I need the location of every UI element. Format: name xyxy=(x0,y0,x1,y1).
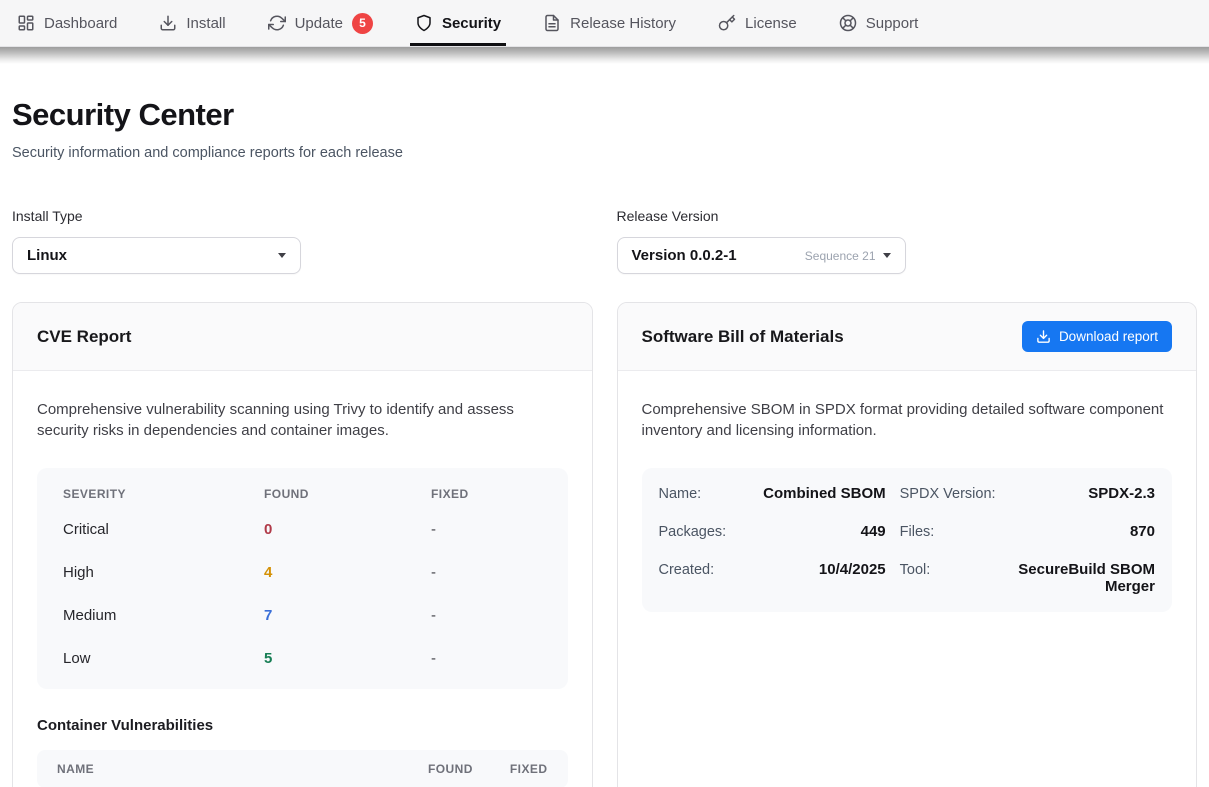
nav-item-support[interactable]: Support xyxy=(839,0,919,46)
sbom-field-label: Files: xyxy=(900,524,996,540)
sbom-field-value: 10/4/2025 xyxy=(740,561,885,578)
nav-label: Security xyxy=(442,15,501,32)
sbom-card-body: Comprehensive SBOM in SPDX format provid… xyxy=(618,371,1197,640)
sequence-hint: Sequence 21 xyxy=(805,249,876,263)
sbom-card-header: Software Bill of Materials Download repo… xyxy=(618,303,1197,371)
page-title: Security Center xyxy=(12,97,1197,133)
file-text-icon xyxy=(543,14,561,32)
col-name: NAME xyxy=(57,762,391,776)
download-report-label: Download report xyxy=(1059,329,1158,344)
key-icon xyxy=(718,14,736,32)
page-subtitle: Security information and compliance repo… xyxy=(12,145,1197,161)
sbom-info-grid: Name: Combined SBOM SPDX Version: SPDX-2… xyxy=(642,468,1173,612)
col-found: FOUND xyxy=(428,762,473,776)
sbom-field-value: Combined SBOM xyxy=(740,485,885,502)
sbom-field-value: SecureBuild SBOM Merger xyxy=(1010,561,1155,595)
table-row-high: High 4 - xyxy=(37,551,568,594)
chevron-down-icon xyxy=(278,253,286,258)
found-value: 7 xyxy=(264,607,431,624)
fixed-value: - xyxy=(431,607,542,624)
sbom-field-value: 449 xyxy=(740,523,885,540)
chevron-down-icon xyxy=(883,253,891,258)
table-row-medium: Medium 7 - xyxy=(37,594,568,637)
nav-label: Dashboard xyxy=(44,15,117,32)
nav-shadow-band xyxy=(0,47,1209,64)
download-icon xyxy=(159,14,177,32)
release-version-filter: Release Version Version 0.0.2-1 Sequence… xyxy=(617,208,1198,274)
dashboard-grid-icon xyxy=(17,14,35,32)
install-type-label: Install Type xyxy=(12,208,593,224)
release-version-value: Version 0.0.2-1 xyxy=(632,247,737,264)
container-vulnerabilities-header: NAME FOUND FIXED xyxy=(37,750,568,787)
found-value: 5 xyxy=(264,650,431,667)
sbom-field-label: SPDX Version: xyxy=(900,486,996,502)
sbom-field-value: 870 xyxy=(1010,523,1155,540)
found-value: 4 xyxy=(264,564,431,581)
col-fixed: FIXED xyxy=(510,762,548,776)
found-value: 0 xyxy=(264,521,431,538)
sbom-field-label: Tool: xyxy=(900,562,996,578)
nav-item-update[interactable]: Update 5 xyxy=(268,0,373,46)
sbom-field-label: Name: xyxy=(659,486,727,502)
nav-label: Update xyxy=(295,15,343,32)
nav-label: Support xyxy=(866,15,919,32)
nav-item-security[interactable]: Security xyxy=(415,0,501,46)
sbom-card: Software Bill of Materials Download repo… xyxy=(617,302,1198,787)
filters-row: Install Type Linux Release Version Versi… xyxy=(12,208,1197,274)
sbom-field-value: SPDX-2.3 xyxy=(1010,485,1155,502)
install-type-filter: Install Type Linux xyxy=(12,208,593,274)
sbom-description: Comprehensive SBOM in SPDX format provid… xyxy=(642,399,1173,442)
col-severity: SEVERITY xyxy=(63,487,264,501)
sbom-field-label: Packages: xyxy=(659,524,727,540)
cards-row: CVE Report Comprehensive vulnerability s… xyxy=(12,302,1197,787)
release-version-select[interactable]: Version 0.0.2-1 Sequence 21 xyxy=(617,237,906,274)
sbom-card-title: Software Bill of Materials xyxy=(642,327,844,347)
col-found: FOUND xyxy=(264,487,431,501)
severity-table-header: SEVERITY FOUND FIXED xyxy=(37,487,568,508)
install-type-select[interactable]: Linux xyxy=(12,237,301,274)
severity-table: SEVERITY FOUND FIXED Critical 0 - High 4… xyxy=(37,468,568,689)
cve-description: Comprehensive vulnerability scanning usi… xyxy=(37,399,568,442)
release-version-label: Release Version xyxy=(617,208,1198,224)
nav-label: License xyxy=(745,15,797,32)
nav-item-dashboard[interactable]: Dashboard xyxy=(17,0,117,46)
refresh-icon xyxy=(268,14,286,32)
nav-item-release-history[interactable]: Release History xyxy=(543,0,676,46)
container-vulnerabilities-title: Container Vulnerabilities xyxy=(37,717,568,734)
install-type-value: Linux xyxy=(27,247,67,264)
table-row-critical: Critical 0 - xyxy=(37,508,568,551)
download-report-button[interactable]: Download report xyxy=(1022,321,1172,352)
table-row-low: Low 5 - xyxy=(37,637,568,680)
shield-icon xyxy=(415,14,433,32)
col-fixed: FIXED xyxy=(431,487,542,501)
nav-label: Release History xyxy=(570,15,676,32)
fixed-value: - xyxy=(431,521,542,538)
download-icon xyxy=(1036,329,1051,344)
cve-card-header: CVE Report xyxy=(13,303,592,371)
nav-item-license[interactable]: License xyxy=(718,0,797,46)
fixed-value: - xyxy=(431,650,542,667)
fixed-value: - xyxy=(431,564,542,581)
nav-item-install[interactable]: Install xyxy=(159,0,225,46)
top-nav: Dashboard Install Update 5 Security Rele… xyxy=(0,0,1209,47)
sbom-field-label: Created: xyxy=(659,562,727,578)
cve-report-card: CVE Report Comprehensive vulnerability s… xyxy=(12,302,593,787)
life-buoy-icon xyxy=(839,14,857,32)
cve-card-title: CVE Report xyxy=(37,327,131,347)
nav-label: Install xyxy=(186,15,225,32)
update-count-badge: 5 xyxy=(352,13,373,34)
main-content: Security Center Security information and… xyxy=(0,97,1209,787)
cve-card-body: Comprehensive vulnerability scanning usi… xyxy=(13,371,592,787)
